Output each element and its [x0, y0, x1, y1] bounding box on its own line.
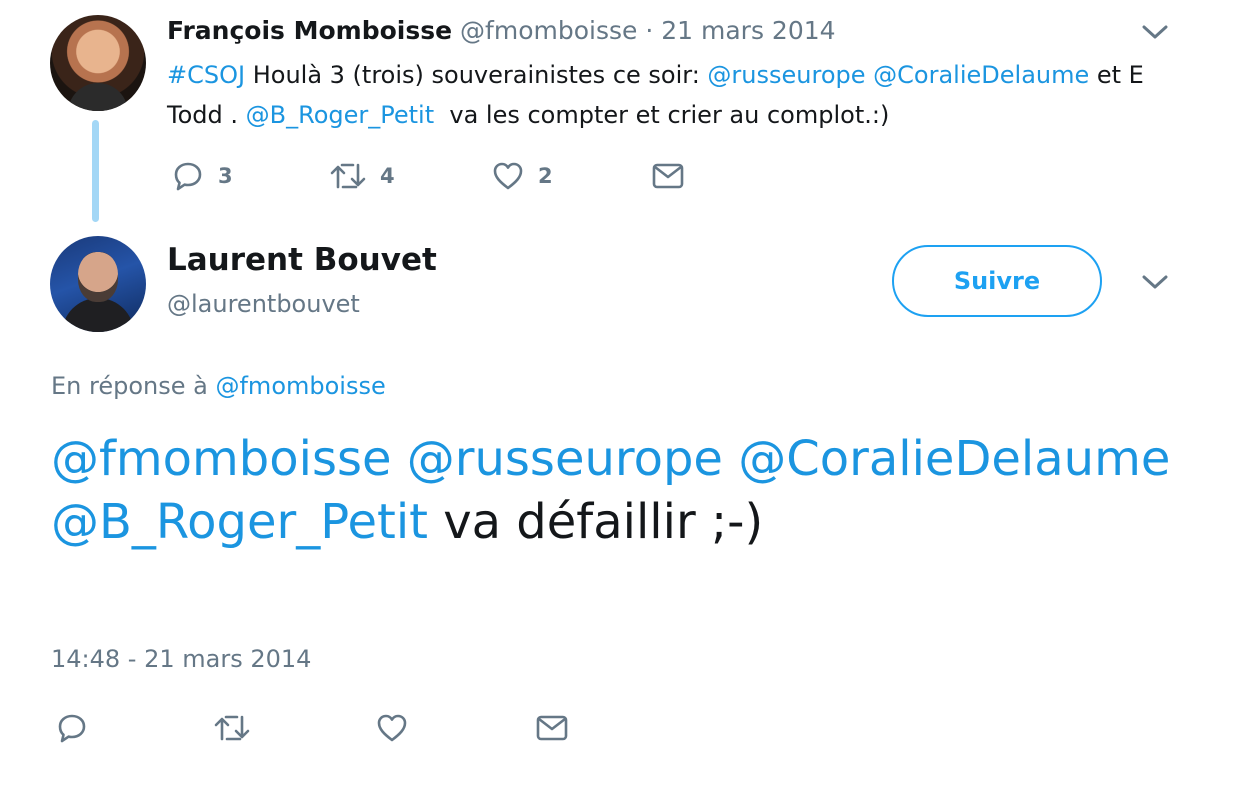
tweet-text-link[interactable]: @B_Roger_Petit [246, 101, 434, 129]
parent-tweet-header: François Momboisse @fmomboisse · 21 mars… [167, 14, 836, 48]
parent-author-avatar[interactable] [50, 15, 146, 111]
main-tweet-text: @fmomboisse @russeurope @CoralieDelaume … [51, 428, 1181, 554]
tweet-text-segment: va défaillir ;-) [427, 494, 764, 550]
tweet-text-segment: va les compter et crier au complot.:) [434, 101, 890, 129]
avatar-face-shape [78, 252, 118, 302]
header-separator: · [637, 16, 662, 45]
reply-context-prefix: En réponse à [51, 372, 216, 400]
like-icon [376, 712, 408, 744]
reply-icon [56, 712, 88, 744]
follow-button[interactable]: Suivre [892, 245, 1102, 317]
reply-context: En réponse à @fmomboisse [51, 372, 386, 400]
tweet-text-link[interactable]: #CSOJ [167, 61, 245, 89]
main-like-action[interactable] [376, 712, 408, 744]
parent-tweet-date[interactable]: 21 mars 2014 [661, 16, 835, 45]
parent-author-name[interactable]: François Momboisse [167, 16, 452, 45]
tweet-text-segment [392, 431, 407, 487]
direct-message-icon [536, 714, 568, 742]
tweet-text-segment [723, 431, 738, 487]
main-reply-action[interactable] [56, 712, 88, 744]
tweet-text-link[interactable]: @CoralieDelaume [738, 431, 1170, 487]
main-retweet-action[interactable] [214, 712, 250, 744]
like-icon [492, 160, 524, 192]
parent-more-chevron-down-icon[interactable] [1140, 22, 1170, 42]
avatar-body-shape [62, 298, 134, 332]
tweet-text-link[interactable]: @CoralieDelaume [873, 61, 1089, 89]
main-tweet-timestamp[interactable]: 14:48 - 21 mars 2014 [51, 645, 311, 673]
main-author-name[interactable]: Laurent Bouvet [167, 242, 437, 278]
parent-like-action[interactable]: 2 [492, 160, 553, 192]
parent-tweet-text: #CSOJ Houlà 3 (trois) souverainistes ce … [167, 55, 1177, 135]
tweet-text-link[interactable]: @fmomboisse [51, 431, 392, 487]
parent-direct-message-action[interactable] [652, 162, 684, 190]
main-author-handle[interactable]: @laurentbouvet [167, 290, 360, 318]
main-direct-message-action[interactable] [536, 714, 568, 742]
main-more-chevron-down-icon[interactable] [1140, 272, 1170, 292]
thread-connector-line [92, 120, 99, 222]
tweet-text-link[interactable]: @russeurope [407, 431, 723, 487]
retweet-icon [214, 712, 250, 744]
parent-author-handle[interactable]: @fmomboisse [460, 16, 637, 45]
tweet-text-segment: Houlà 3 (trois) souverainistes ce soir: [245, 61, 708, 89]
parent-reply-count: 3 [218, 164, 233, 188]
retweet-icon [330, 160, 366, 192]
tweet-text-link[interactable]: @B_Roger_Petit [51, 494, 428, 550]
tweet-text-segment [866, 61, 874, 89]
reply-context-handle[interactable]: @fmomboisse [215, 372, 385, 400]
parent-retweet-action[interactable]: 4 [330, 160, 395, 192]
reply-icon [172, 160, 204, 192]
parent-reply-action[interactable]: 3 [172, 160, 233, 192]
tweet-text-link[interactable]: @russeurope [707, 61, 865, 89]
direct-message-icon [652, 162, 684, 190]
parent-retweet-count: 4 [380, 164, 395, 188]
parent-like-count: 2 [538, 164, 553, 188]
tweet-text-segment [1170, 431, 1185, 487]
main-author-avatar[interactable] [50, 236, 146, 332]
